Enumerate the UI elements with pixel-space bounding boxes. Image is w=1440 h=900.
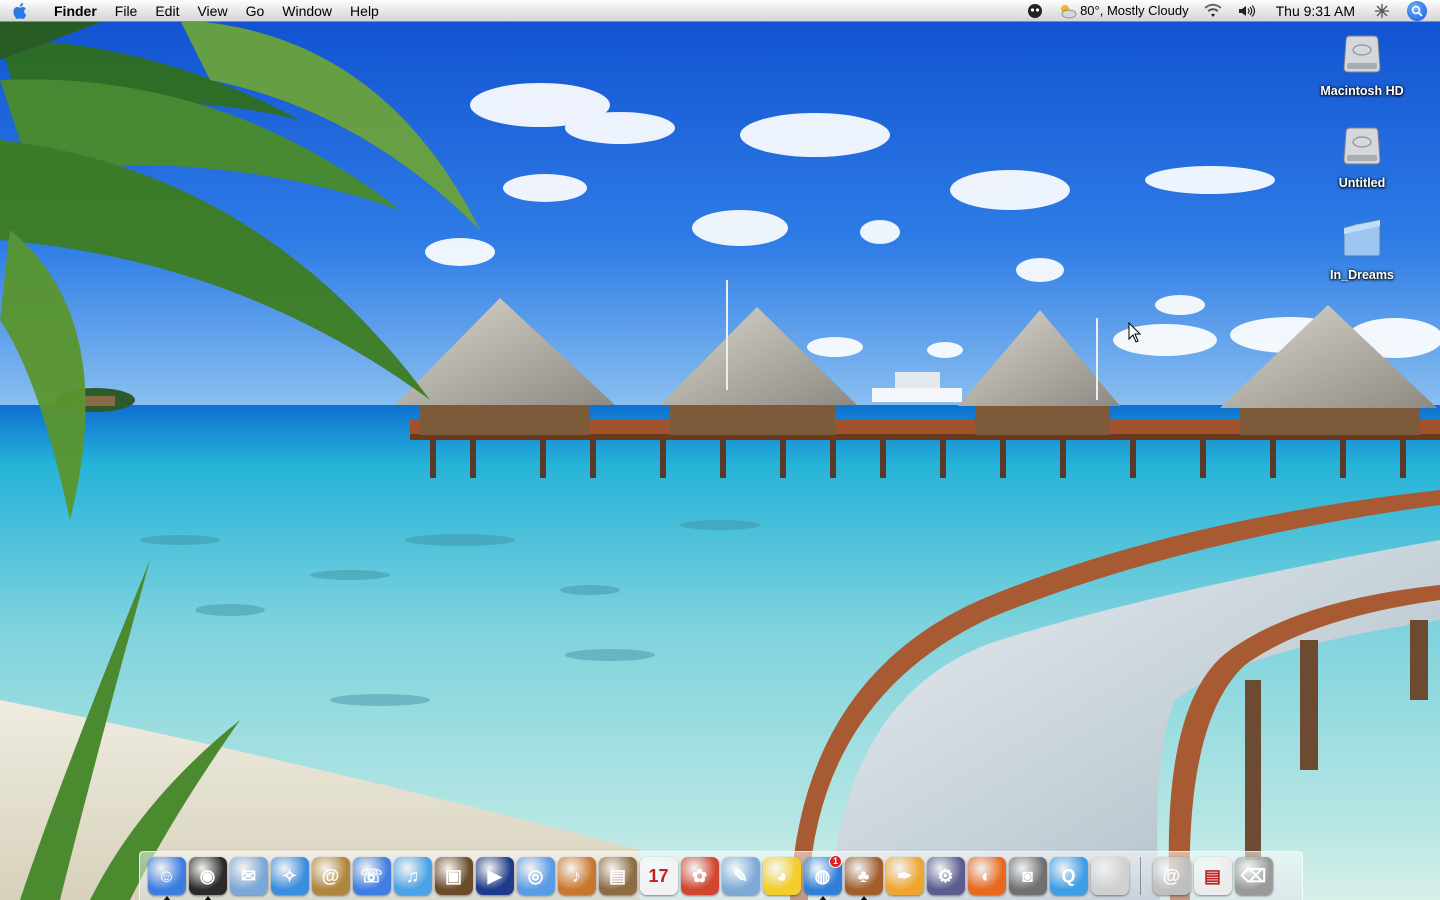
dock-item-bug-app[interactable]: ✿	[679, 854, 720, 898]
ichat-icon: ☏	[352, 857, 391, 895]
ladybug-icon: ✿	[680, 857, 719, 895]
weather-menu-extra[interactable]: 80°, Mostly Cloudy	[1050, 0, 1196, 22]
menu-view[interactable]: View	[188, 0, 236, 22]
desktop-wallpaper	[0, 0, 1440, 900]
spotlight-icon	[1407, 0, 1427, 21]
dock-item-iphoto[interactable]: ▣	[433, 854, 474, 898]
dock-item-firefox[interactable]: ◐	[966, 854, 1007, 898]
dock-item-downloads-stack[interactable]: ▤	[1192, 854, 1233, 898]
duck-figure-icon: ♣	[844, 857, 883, 895]
menu-bar: Finder File Edit View Go Window Help 80°…	[0, 0, 1440, 22]
safari-compass-icon: ✧	[270, 857, 309, 895]
dock-item-ichat[interactable]: ☏	[351, 854, 392, 898]
dock-item-finder[interactable]: ☺	[146, 854, 187, 900]
menu-help[interactable]: Help	[341, 0, 388, 22]
hard-drive-icon	[1343, 127, 1381, 165]
dock-item-mail-at-stack[interactable]: @	[1151, 854, 1192, 898]
automator-icon: ⚙	[926, 857, 965, 895]
wifi-icon[interactable]	[1196, 0, 1230, 22]
dock-badge: 1	[829, 855, 842, 868]
camera-icon: ◙	[1008, 857, 1047, 895]
dock-item-address-book[interactable]: @	[310, 854, 351, 898]
menu-go[interactable]: Go	[237, 0, 274, 22]
desktop-icon-in-dreams[interactable]: In_Dreams	[1307, 214, 1417, 282]
firefox-icon: ◐	[967, 857, 1006, 895]
desktop-icon-macintosh-hd[interactable]: Macintosh HD	[1307, 30, 1417, 98]
dock-item-system-prefs[interactable]	[1089, 854, 1130, 898]
hard-drive-icon	[1343, 35, 1381, 73]
pages-icon: ✒	[885, 857, 924, 895]
dock-item-adium[interactable]: ♣	[843, 854, 884, 900]
desktop-icon-label: Untitled	[1338, 176, 1386, 190]
finder-icon: ☺	[147, 857, 186, 895]
rubber-duck-icon: ◕	[762, 857, 801, 895]
weather-text: 80°, Mostly Cloudy	[1080, 3, 1189, 18]
running-indicator-icon	[203, 896, 212, 900]
menu-clock[interactable]: Thu 9:31 AM	[1264, 0, 1367, 22]
itunes-icon: ♫	[393, 857, 432, 895]
iphoto-icon: ▣	[434, 857, 473, 895]
running-indicator-icon	[162, 896, 171, 900]
apple-prefs-icon	[1090, 857, 1129, 895]
idvd-icon: ◎	[516, 857, 555, 895]
menu-edit[interactable]: Edit	[146, 0, 188, 22]
dock-separator[interactable]	[1140, 857, 1141, 895]
menu-window[interactable]: Window	[273, 0, 341, 22]
dock-item-imovie[interactable]: ▶	[474, 854, 515, 898]
desktop-icon-label: Macintosh HD	[1320, 84, 1404, 98]
menu-app-finder[interactable]: Finder	[40, 0, 106, 22]
dock-item-garageband[interactable]: ♪	[556, 854, 597, 898]
dock-item-cyberduck[interactable]: ◕	[761, 854, 802, 898]
running-indicator-icon	[818, 896, 827, 900]
bluetooth-sync-icon[interactable]	[1367, 0, 1397, 22]
dock-item-quicktime[interactable]: Q	[1048, 854, 1089, 898]
quicktime-icon: Q	[1049, 857, 1088, 895]
dock-item-network-globe[interactable]: ◍ 1	[802, 854, 843, 900]
dock-item-preview[interactable]: ✎	[720, 854, 761, 898]
dock-item-itunes[interactable]: ♫	[392, 854, 433, 898]
mouse-cursor-icon	[1128, 322, 1142, 343]
alien-status-icon[interactable]	[1020, 0, 1050, 22]
dock-item-dashboard[interactable]: ◉	[187, 854, 228, 900]
volume-icon[interactable]	[1230, 0, 1264, 22]
trash-icon: ⌫	[1234, 857, 1273, 895]
document-stack-icon: ▤	[1193, 857, 1232, 895]
dock-documents-section: @ ▤ ⌫	[1151, 854, 1274, 898]
running-indicator-icon	[859, 896, 868, 900]
address-book-icon: @	[311, 857, 350, 895]
dock: ☺ ◉ ✉ ✧ @ ☏ ♫ ▣ ▶ ◎ ♪ ▤ 17 ✿ ✎ ◕ ◍ 1 ♣ ✒ ⚙ ◐ ◙ Q @ ▤ ⌫	[139, 851, 1303, 900]
partly-cloudy-icon	[1061, 4, 1077, 18]
dashboard-icon: ◉	[188, 857, 227, 895]
dock-item-ical[interactable]: 17	[638, 854, 679, 898]
apple-menu-icon[interactable]	[0, 0, 40, 22]
folder-icon	[1343, 219, 1381, 257]
desktop-icon-untitled[interactable]: Untitled	[1307, 122, 1417, 190]
dock-item-automator[interactable]: ⚙	[925, 854, 966, 898]
menu-file[interactable]: File	[106, 0, 147, 22]
imovie-icon: ▶	[475, 857, 514, 895]
garageband-icon: ♪	[557, 857, 596, 895]
spotlight-button[interactable]	[1397, 0, 1434, 22]
dock-apps-section: ☺ ◉ ✉ ✧ @ ☏ ♫ ▣ ▶ ◎ ♪ ▤ 17 ✿ ✎ ◕ ◍ 1 ♣ ✒ ⚙ ◐ ◙ Q	[146, 854, 1130, 900]
iweb-icon: ▤	[598, 857, 637, 895]
dock-item-safari[interactable]: ✧	[269, 854, 310, 898]
mail-icon: ✉	[229, 857, 268, 895]
preview-icon: ✎	[721, 857, 760, 895]
dock-item-idvd[interactable]: ◎	[515, 854, 556, 898]
dock-item-trash[interactable]: ⌫	[1233, 854, 1274, 898]
dock-item-iweb[interactable]: ▤	[597, 854, 638, 898]
dock-item-mail[interactable]: ✉	[228, 854, 269, 898]
dock-item-pages[interactable]: ✒	[884, 854, 925, 898]
dock-item-image-capture[interactable]: ◙	[1007, 854, 1048, 898]
desktop-icon-label: In_Dreams	[1330, 268, 1394, 282]
ical-calendar-icon: 17	[639, 857, 678, 895]
at-sign-stack-icon: @	[1152, 857, 1191, 895]
